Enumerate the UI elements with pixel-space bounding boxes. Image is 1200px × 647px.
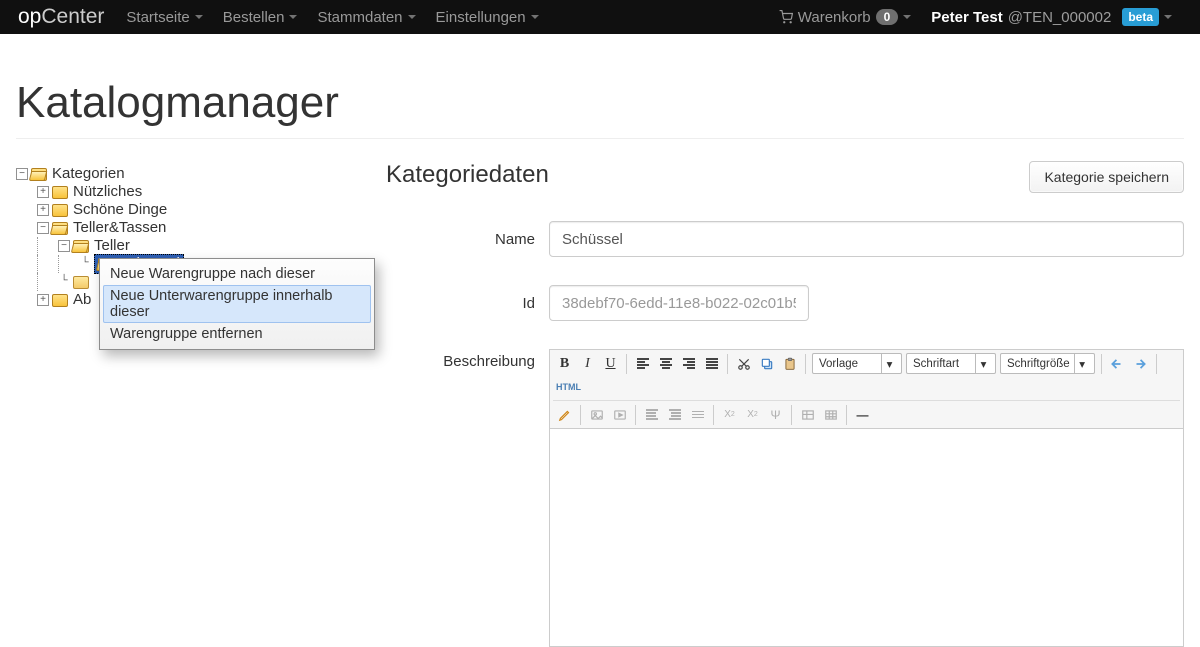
name-label: Name xyxy=(386,231,549,248)
bold-button[interactable]: B xyxy=(554,353,575,374)
beta-badge: beta xyxy=(1122,8,1159,26)
fontsize-dropdown[interactable]: Schriftgröße▾ xyxy=(1000,353,1095,374)
brand-op: op xyxy=(18,5,41,28)
caret-icon xyxy=(531,15,539,19)
chevron-down-icon: ▾ xyxy=(975,354,991,373)
folder-icon xyxy=(52,204,68,217)
nav-user[interactable]: Peter Test@TEN_000002 beta xyxy=(921,1,1182,33)
align-right-button[interactable] xyxy=(678,353,699,374)
chevron-down-icon: ▾ xyxy=(1074,354,1090,373)
context-menu: Neue Warengruppe nach dieser Neue Unterw… xyxy=(99,258,375,350)
tree-toggle[interactable]: + xyxy=(37,204,49,216)
folder-open-icon xyxy=(73,240,89,253)
editor-toolbar: B I U xyxy=(549,349,1184,429)
media-button xyxy=(609,404,630,425)
brand[interactable]: opCenter xyxy=(18,5,104,29)
nav-warenkorb[interactable]: Warenkorb 0 xyxy=(769,2,922,33)
underline-button[interactable]: U xyxy=(600,353,621,374)
tree-leaf-marker: └ xyxy=(79,258,91,270)
desc-label: Beschreibung xyxy=(386,349,549,370)
html-source-button[interactable]: HTML xyxy=(554,376,583,397)
folder-icon xyxy=(52,294,68,307)
editor-body[interactable] xyxy=(549,429,1184,647)
id-input xyxy=(549,285,809,321)
undo-button[interactable] xyxy=(1107,353,1128,374)
list-button xyxy=(687,404,708,425)
ctx-new-after[interactable]: Neue Warengruppe nach dieser xyxy=(103,263,371,285)
table-button xyxy=(797,404,818,425)
tree-item[interactable]: Ab xyxy=(73,291,91,309)
tree-toggle[interactable]: − xyxy=(58,240,70,252)
caret-icon xyxy=(195,15,203,19)
tree-root[interactable]: Kategorien xyxy=(52,165,125,183)
chevron-down-icon: ▾ xyxy=(881,354,897,373)
cut-button[interactable] xyxy=(733,353,754,374)
caret-icon xyxy=(408,15,416,19)
indent-button xyxy=(664,404,685,425)
tree-item[interactable]: Schöne Dinge xyxy=(73,201,167,219)
tree-leaf-marker: └ xyxy=(58,276,70,288)
category-tree: − Kategorien + Nützliches + Schöne Dinge xyxy=(16,159,366,647)
nav-einstellungen[interactable]: Einstellungen xyxy=(426,2,549,33)
brand-center: Center xyxy=(41,5,104,28)
align-justify-button[interactable] xyxy=(701,353,722,374)
copy-button[interactable] xyxy=(756,353,777,374)
caret-icon xyxy=(289,15,297,19)
nav-startseite[interactable]: Startseite xyxy=(116,2,212,33)
folder-icon xyxy=(52,186,68,199)
outdent-button xyxy=(641,404,662,425)
redo-button[interactable] xyxy=(1130,353,1151,374)
font-dropdown[interactable]: Schriftart▾ xyxy=(906,353,996,374)
tree-toggle[interactable]: − xyxy=(16,168,28,180)
image-button xyxy=(586,404,607,425)
ctx-new-inside[interactable]: Neue Unterwarengruppe innerhalb dieser xyxy=(103,285,371,323)
id-label: Id xyxy=(386,295,549,312)
paste-button[interactable] xyxy=(779,353,800,374)
tree-item[interactable]: Teller xyxy=(94,237,130,255)
name-input[interactable] xyxy=(549,221,1184,257)
nav-stammdaten[interactable]: Stammdaten xyxy=(307,2,425,33)
save-category-button[interactable]: Kategorie speichern xyxy=(1029,161,1184,193)
folder-open-icon xyxy=(52,222,68,235)
table2-button xyxy=(820,404,841,425)
cart-icon xyxy=(779,10,793,24)
form-heading: Kategoriedaten xyxy=(386,161,549,189)
tree-toggle[interactable]: + xyxy=(37,294,49,306)
tree-toggle[interactable]: − xyxy=(37,222,49,234)
superscript-button: X2 xyxy=(719,404,740,425)
align-center-button[interactable] xyxy=(655,353,676,374)
hr-button[interactable]: — xyxy=(852,404,873,425)
symbol-button: Ψ xyxy=(765,404,786,425)
nav-bestellen[interactable]: Bestellen xyxy=(213,2,308,33)
ctx-remove[interactable]: Warengruppe entfernen xyxy=(103,323,371,345)
subscript-button: X2 xyxy=(742,404,763,425)
edit-button[interactable] xyxy=(554,404,575,425)
tree-item[interactable]: Teller&Tassen xyxy=(73,219,166,237)
navbar: opCenter Startseite Bestellen Stammdaten… xyxy=(0,0,1200,34)
template-dropdown[interactable]: Vorlage▾ xyxy=(812,353,902,374)
folder-icon xyxy=(73,276,89,289)
tree-item[interactable]: Nützliches xyxy=(73,183,142,201)
align-left-button[interactable] xyxy=(632,353,653,374)
cart-count-badge: 0 xyxy=(876,9,899,25)
page-title: Katalogmanager xyxy=(16,78,1184,128)
italic-button[interactable]: I xyxy=(577,353,598,374)
folder-open-icon xyxy=(31,168,47,181)
caret-icon xyxy=(1164,15,1172,19)
tree-toggle[interactable]: + xyxy=(37,186,49,198)
caret-icon xyxy=(903,15,911,19)
